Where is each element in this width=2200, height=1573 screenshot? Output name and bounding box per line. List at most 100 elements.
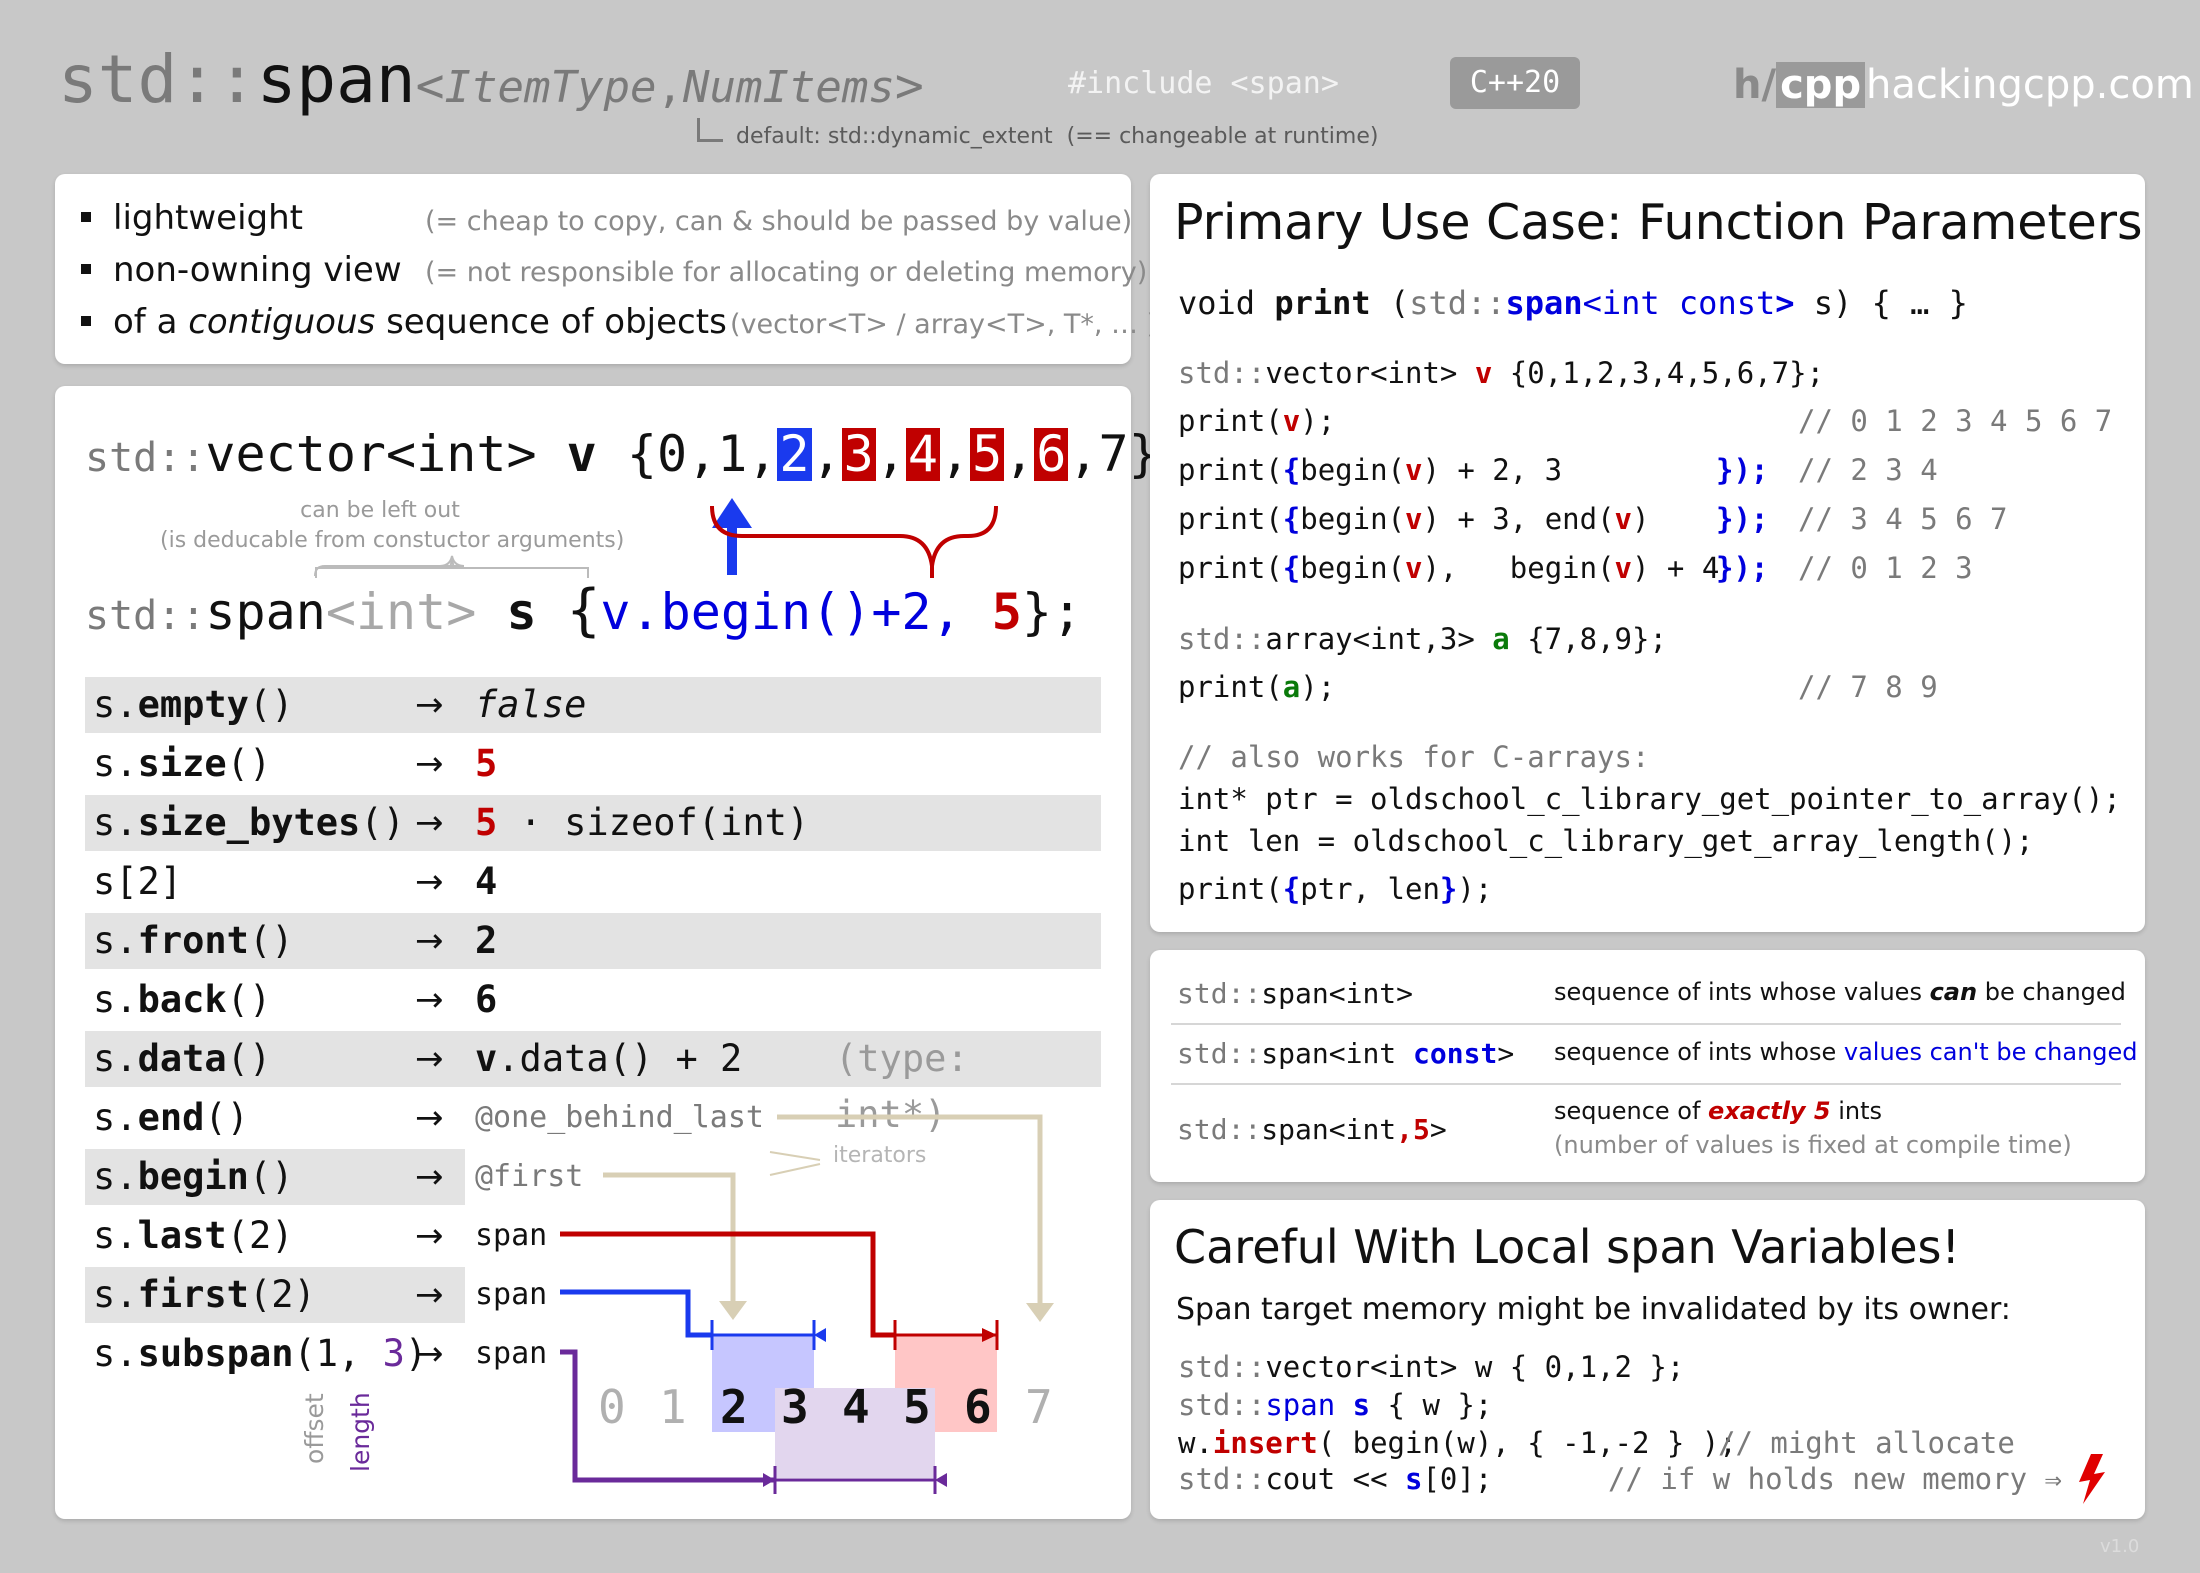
sig-print: print — [1274, 284, 1371, 322]
careful-code-4: std::cout << s[0]; — [1178, 1462, 1492, 1496]
begin-arrowhead — [719, 1301, 747, 1320]
desc-text: sequence of ints whose — [1554, 1038, 1844, 1066]
careful-code-3: w.insert( begin(w), { -1,-2 } ); — [1178, 1426, 1737, 1460]
desc-note: (number of values is fixed at compile ti… — [1554, 1131, 2072, 1159]
offset-label: offset — [300, 1393, 329, 1464]
code-comment: // if w holds new memory ⇒ — [1608, 1462, 2062, 1496]
careful-code-2: std::span s { w }; — [1178, 1388, 1492, 1422]
first-range-arrowhead — [814, 1328, 826, 1342]
code-var: v — [1405, 453, 1423, 487]
code-c-ptr: int* ptr = oldschool_c_library_get_point… — [1178, 782, 2121, 816]
code-print-a: print(a); — [1178, 670, 1335, 704]
code-print-close: }); — [1716, 502, 1768, 536]
code-comment: // might allocate — [1718, 1426, 2015, 1460]
desc-text: sequence of ints whose values — [1554, 978, 1930, 1006]
code-var: s — [1352, 1388, 1371, 1422]
code-std: std:: — [1178, 1350, 1266, 1384]
code-std: std:: — [1178, 622, 1266, 656]
code-array-decl: std::array<int,3> a {7,8,9}; — [1178, 622, 1667, 656]
code-begin: begin( — [1300, 453, 1405, 487]
code-args: ) + 3, — [1422, 502, 1528, 536]
code-var: a — [1492, 622, 1510, 656]
code-print-range-2: print({begin(v) + 3, end(v) — [1178, 502, 1649, 536]
code-var: w. — [1178, 1426, 1213, 1460]
code-args: ) + 2, 3 — [1422, 453, 1563, 487]
code-print: print( — [1178, 872, 1283, 906]
type-extent: ,5 — [1396, 1113, 1430, 1146]
code-close: ); — [1300, 670, 1336, 704]
code-print-range-1: print({begin(v) + 2, 3 — [1178, 453, 1562, 487]
type-std: std:: — [1177, 977, 1262, 1010]
sig-void: void — [1178, 284, 1275, 322]
digit-7: 7 — [1025, 1380, 1053, 1434]
sig-rest: s) { … } — [1794, 284, 1968, 322]
type-const: const — [1413, 1037, 1498, 1070]
code-print: print( — [1178, 453, 1283, 487]
code-begin: begin( — [1300, 502, 1405, 536]
code-insert: insert — [1212, 1426, 1318, 1460]
type-cell: std::span<int> — [1177, 977, 1413, 1010]
code-brace: { — [1282, 872, 1301, 906]
lightning-icon — [2079, 1454, 2105, 1504]
begin-iterator-line — [603, 1172, 736, 1303]
code-init: {0,1,2,3,4,5,6,7}; — [1492, 356, 1825, 390]
code-print-close: }); — [1716, 551, 1768, 585]
digit-2: 2 — [720, 1380, 748, 1434]
end-arrowhead — [1026, 1303, 1054, 1322]
last-span-line — [560, 1231, 895, 1338]
code-var: v — [1282, 404, 1301, 438]
type-cell: std::span<int,5> — [1177, 1113, 1447, 1146]
code-comment: // 0 1 2 3 4 5 6 7 — [1798, 404, 2113, 438]
code-vector-decl: std::vector<int> v {0,1,2,3,4,5,6,7}; — [1178, 356, 1824, 390]
code-var: w — [1474, 1350, 1493, 1384]
type-name: span<int — [1261, 1113, 1397, 1146]
version-label: v1.0 — [2100, 1536, 2140, 1557]
code-init: { 0,1,2 }; — [1492, 1350, 1685, 1384]
code-args: ), — [1422, 551, 1458, 585]
code-std: std:: — [1178, 356, 1266, 390]
desc-emphasis: exactly 5 — [1708, 1097, 1831, 1125]
sig-span: span — [1505, 284, 1583, 322]
digit-4: 4 — [842, 1380, 870, 1434]
sig-const: const — [1678, 284, 1776, 322]
type-tail: > — [1497, 1037, 1515, 1070]
code-span: span — [1265, 1388, 1353, 1422]
code-brace-close: } — [1439, 872, 1458, 906]
code-var: v — [1405, 551, 1423, 585]
iterators-label: iterators — [833, 1143, 927, 1168]
type-name: span<int> — [1261, 977, 1414, 1010]
code-brace: { — [1282, 453, 1301, 487]
code-brace: { — [1282, 551, 1301, 585]
code-brace: { — [1282, 502, 1301, 536]
type-cell: std::span<int const> — [1177, 1037, 1514, 1070]
subspan-right-arrowhead — [935, 1473, 947, 1487]
sig-std: std:: — [1409, 284, 1506, 322]
code-comment-c-arrays: // also works for C-arrays: — [1178, 740, 1650, 774]
code-close: ); — [1457, 872, 1493, 906]
code-var: s — [1405, 1462, 1423, 1496]
type-tail: > — [1429, 1113, 1447, 1146]
code-init: {7,8,9}; — [1509, 622, 1667, 656]
code-var: v — [1405, 502, 1423, 536]
code-type: array<int,3> — [1265, 622, 1493, 656]
desc-text: sequence of — [1554, 1097, 1709, 1125]
code-std: std:: — [1178, 1462, 1266, 1496]
code-cout: cout << — [1265, 1462, 1405, 1496]
digit-3: 3 — [781, 1380, 809, 1434]
code-brace-close: }); — [1716, 502, 1769, 536]
code-print: print( — [1178, 502, 1283, 536]
code-comment: // 3 4 5 6 7 — [1798, 502, 2008, 536]
careful-subtitle: Span target memory might be invalidated … — [1176, 1292, 2011, 1327]
code-index: [0]; — [1422, 1462, 1493, 1496]
code-print: print( — [1178, 404, 1283, 438]
code-args: ) + 4 — [1632, 551, 1720, 585]
code-var: v — [1474, 356, 1493, 390]
digit-0: 0 — [598, 1380, 626, 1434]
code-close: ); — [1300, 404, 1336, 438]
code-comment: // 0 1 2 3 — [1798, 551, 1973, 585]
code-begin: begin( — [1509, 551, 1615, 585]
desc-tail: ints — [1830, 1097, 1883, 1125]
code-print-close: }); — [1716, 453, 1768, 487]
code-end: end( — [1527, 502, 1615, 536]
print-signature: void print (std::span<int const> s) { … … — [1178, 284, 1968, 322]
